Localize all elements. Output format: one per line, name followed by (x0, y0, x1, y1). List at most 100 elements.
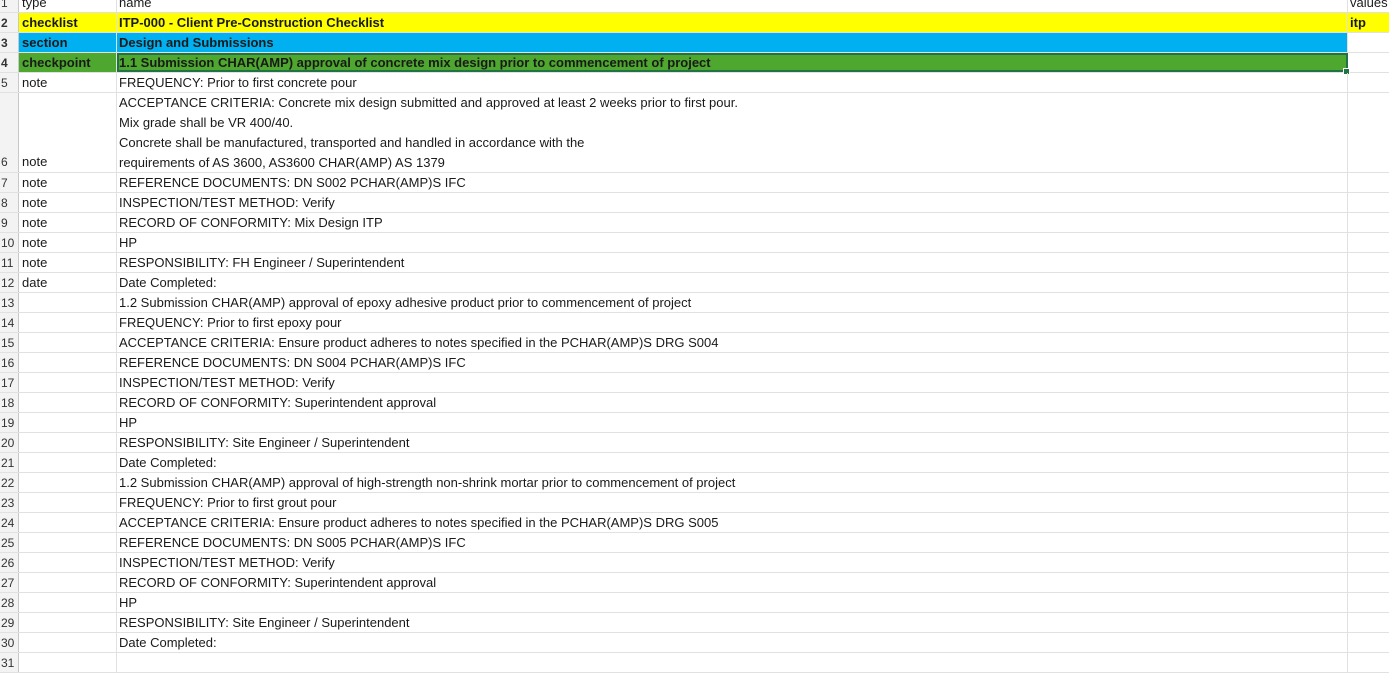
table-row[interactable]: 13 1.2 Submission CHAR(AMP) approval of … (0, 293, 1389, 313)
cell-name[interactable]: HP (117, 233, 1348, 252)
cell-values[interactable] (1348, 93, 1389, 172)
cell-name[interactable]: RECORD OF CONFORMITY: Superintendent app… (117, 393, 1348, 412)
cell-type[interactable] (19, 373, 117, 392)
row-number[interactable]: 4 (0, 53, 19, 72)
row-number[interactable]: 1 (0, 0, 19, 12)
cell-values[interactable] (1348, 253, 1389, 272)
cell-name[interactable]: HP (117, 593, 1348, 612)
cell-name[interactable]: FREQUENCY: Prior to first epoxy pour (117, 313, 1348, 332)
cell-name[interactable]: 1.2 Submission CHAR(AMP) approval of epo… (117, 293, 1348, 312)
cell-values[interactable] (1348, 633, 1389, 652)
row-number[interactable]: 11 (0, 253, 19, 272)
cell-type[interactable] (19, 633, 117, 652)
checklist-row[interactable]: 2 checklist ITP-000 - Client Pre-Constru… (0, 13, 1389, 33)
cell-type[interactable]: date (19, 273, 117, 292)
table-row[interactable]: 18 RECORD OF CONFORMITY: Superintendent … (0, 393, 1389, 413)
table-row[interactable]: 20 RESPONSIBILITY: Site Engineer / Super… (0, 433, 1389, 453)
table-row[interactable]: 11 note RESPONSIBILITY: FH Engineer / Su… (0, 253, 1389, 273)
table-row[interactable]: 24 ACCEPTANCE CRITERIA: Ensure product a… (0, 513, 1389, 533)
cell-values[interactable] (1348, 333, 1389, 352)
table-row[interactable]: 7 note REFERENCE DOCUMENTS: DN S002 PCHA… (0, 173, 1389, 193)
cell-type[interactable] (19, 553, 117, 572)
cell-values[interactable] (1348, 433, 1389, 452)
cell-name[interactable]: Date Completed: (117, 273, 1348, 292)
cell-values[interactable] (1348, 513, 1389, 532)
cell-type[interactable]: note (19, 233, 117, 252)
cell-type[interactable] (19, 573, 117, 592)
cell-name[interactable]: INSPECTION/TEST METHOD: Verify (117, 553, 1348, 572)
cell-type[interactable] (19, 353, 117, 372)
cell-values[interactable] (1348, 33, 1389, 52)
cell-type[interactable] (19, 493, 117, 512)
cell-type[interactable]: note (19, 173, 117, 192)
cell-values[interactable] (1348, 493, 1389, 512)
row-number[interactable]: 6 (0, 93, 19, 172)
checkpoint-row[interactable]: 4 checkpoint 1.1 Submission CHAR(AMP) ap… (0, 53, 1389, 75)
row-number[interactable]: 30 (0, 633, 19, 652)
row-number[interactable]: 29 (0, 613, 19, 632)
row-number[interactable]: 13 (0, 293, 19, 312)
table-row-multiline[interactable]: 6 note ACCEPTANCE CRITERIA: Concrete mix… (0, 93, 1389, 173)
cell-type[interactable]: type (19, 0, 117, 12)
row-number[interactable]: 19 (0, 413, 19, 432)
cell-name[interactable]: FREQUENCY: Prior to first concrete pour (117, 73, 1348, 92)
cell-values[interactable] (1348, 473, 1389, 492)
table-row[interactable]: 8 note INSPECTION/TEST METHOD: Verify (0, 193, 1389, 213)
cell-name[interactable]: RESPONSIBILITY: Site Engineer / Superint… (117, 613, 1348, 632)
cell-type[interactable]: note (19, 213, 117, 232)
cell-values[interactable] (1348, 413, 1389, 432)
cell-name[interactable]: RESPONSIBILITY: Site Engineer / Superint… (117, 433, 1348, 452)
cell-name[interactable]: RESPONSIBILITY: FH Engineer / Superinten… (117, 253, 1348, 272)
table-row[interactable]: 14 FREQUENCY: Prior to first epoxy pour (0, 313, 1389, 333)
table-row[interactable]: 5 note FREQUENCY: Prior to first concret… (0, 73, 1389, 93)
cell-type[interactable] (19, 653, 117, 672)
cell-name[interactable]: ACCEPTANCE CRITERIA: Concrete mix design… (117, 93, 1348, 172)
row-number[interactable]: 25 (0, 533, 19, 552)
header-row[interactable]: 1 type name values (0, 0, 1389, 13)
cell-name[interactable] (117, 653, 1348, 672)
row-number[interactable]: 10 (0, 233, 19, 252)
cell-values[interactable] (1348, 173, 1389, 192)
cell-type[interactable]: note (19, 73, 117, 92)
table-row[interactable]: 9 note RECORD OF CONFORMITY: Mix Design … (0, 213, 1389, 233)
row-number[interactable]: 21 (0, 453, 19, 472)
row-number[interactable]: 31 (0, 653, 19, 672)
cell-values[interactable] (1348, 313, 1389, 332)
cell-type[interactable]: note (19, 93, 117, 172)
cell-type[interactable] (19, 433, 117, 452)
row-number[interactable]: 16 (0, 353, 19, 372)
row-number[interactable]: 22 (0, 473, 19, 492)
cell-name[interactable]: ACCEPTANCE CRITERIA: Ensure product adhe… (117, 513, 1348, 532)
cell-type[interactable] (19, 513, 117, 532)
cell-name[interactable]: RECORD OF CONFORMITY: Superintendent app… (117, 573, 1348, 592)
row-number[interactable]: 27 (0, 573, 19, 592)
table-row[interactable]: 12 date Date Completed: (0, 273, 1389, 293)
selected-cell-name[interactable]: 1.1 Submission CHAR(AMP) approval of con… (117, 53, 1350, 75)
cell-type[interactable]: checklist (19, 13, 117, 32)
row-number[interactable]: 20 (0, 433, 19, 452)
table-row[interactable]: 29 RESPONSIBILITY: Site Engineer / Super… (0, 613, 1389, 633)
section-row[interactable]: 3 section Design and Submissions (0, 33, 1389, 53)
cell-values[interactable]: values (1348, 0, 1389, 12)
table-row[interactable]: 19 HP (0, 413, 1389, 433)
cell-name[interactable]: ITP-000 - Client Pre-Construction Checkl… (117, 13, 1348, 32)
cell-type[interactable] (19, 413, 117, 432)
cell-values[interactable] (1348, 213, 1389, 232)
row-number[interactable]: 17 (0, 373, 19, 392)
row-number[interactable]: 7 (0, 173, 19, 192)
table-row[interactable]: 16 REFERENCE DOCUMENTS: DN S004 PCHAR(AM… (0, 353, 1389, 373)
row-number[interactable]: 23 (0, 493, 19, 512)
cell-values[interactable]: itp (1348, 13, 1389, 32)
cell-name[interactable]: name (117, 0, 1348, 12)
row-number[interactable]: 15 (0, 333, 19, 352)
cell-type[interactable] (19, 293, 117, 312)
row-number[interactable]: 2 (0, 13, 19, 32)
cell-type[interactable] (19, 593, 117, 612)
cell-values[interactable] (1348, 393, 1389, 412)
table-row[interactable]: 27 RECORD OF CONFORMITY: Superintendent … (0, 573, 1389, 593)
cell-type[interactable] (19, 473, 117, 492)
cell-name[interactable]: INSPECTION/TEST METHOD: Verify (117, 373, 1348, 392)
cell-values[interactable] (1348, 653, 1389, 672)
cell-name[interactable]: REFERENCE DOCUMENTS: DN S004 PCHAR(AMP)S… (117, 353, 1348, 372)
table-row[interactable]: 10 note HP (0, 233, 1389, 253)
